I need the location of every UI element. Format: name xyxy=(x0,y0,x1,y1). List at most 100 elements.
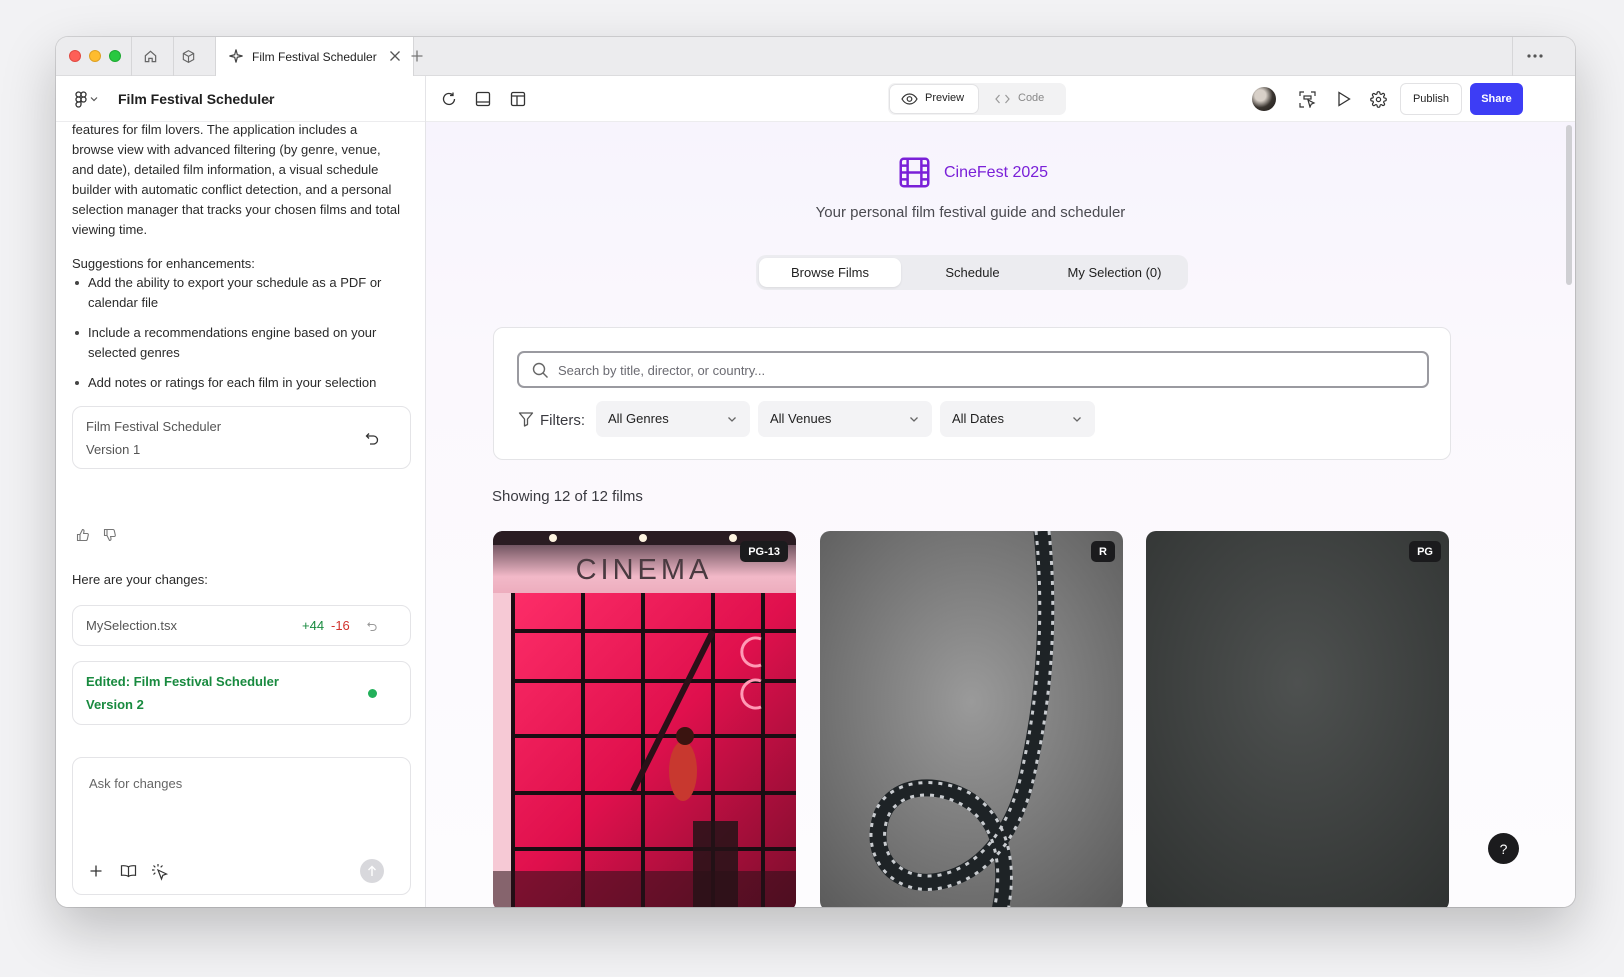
filter-panel: Search by title, director, or country...… xyxy=(493,327,1451,460)
app-subtitle: Your personal film festival guide and sc… xyxy=(815,204,1126,221)
venue-select[interactable]: All Venues xyxy=(758,401,932,437)
date-select[interactable]: All Dates xyxy=(940,401,1095,437)
divider xyxy=(1512,37,1513,76)
dark-texture-photo xyxy=(1146,531,1449,907)
user-avatar[interactable] xyxy=(1252,87,1276,111)
revert-icon[interactable] xyxy=(365,619,379,633)
version-card-title: Film Festival Scheduler xyxy=(86,419,222,434)
project-title[interactable]: Film Festival Scheduler xyxy=(118,91,274,107)
cursor-select-icon[interactable] xyxy=(150,862,170,882)
close-window-button[interactable] xyxy=(69,50,81,62)
film-card[interactable]: PG xyxy=(1146,531,1449,907)
code-icon xyxy=(994,92,1010,106)
genre-select[interactable]: All Genres xyxy=(596,401,750,437)
plus-icon[interactable] xyxy=(408,47,426,65)
chevron-down-icon xyxy=(726,412,738,430)
genre-select-value: All Genres xyxy=(608,411,669,426)
edited-card-version: Version 2 xyxy=(86,697,144,712)
filters-label: Filters: xyxy=(540,412,585,429)
code-label: Code xyxy=(1018,92,1045,104)
date-select-value: All Dates xyxy=(952,411,1005,426)
suggestion-item: Add the ability to export your schedule … xyxy=(72,273,402,313)
cinema-neon-photo: CINEMA xyxy=(493,531,796,907)
tab-browse-films[interactable]: Browse Films xyxy=(759,258,901,287)
eye-icon xyxy=(900,91,918,107)
share-button[interactable]: Share xyxy=(1470,83,1523,115)
browser-tab-bar: Film Festival Scheduler xyxy=(56,37,1575,77)
view-mode-toggle: Preview Code xyxy=(888,83,1066,115)
venue-select-value: All Venues xyxy=(770,411,832,426)
film-card[interactable]: R xyxy=(820,531,1123,907)
edited-version-card[interactable]: Edited: Film Festival Scheduler Version … xyxy=(72,661,411,725)
thumbs-up-icon[interactable] xyxy=(75,527,91,543)
help-button[interactable]: ? xyxy=(1488,833,1519,864)
cube-icon[interactable] xyxy=(179,47,197,65)
search-box[interactable]: Search by title, director, or country... xyxy=(517,351,1429,388)
film-card[interactable]: CINEMA PG-13 xyxy=(493,531,796,907)
film-strip-photo xyxy=(820,531,1123,907)
divider xyxy=(131,37,132,76)
divider xyxy=(173,37,174,76)
rating-badge: PG-13 xyxy=(740,541,788,562)
version-card-version: Version 1 xyxy=(86,442,141,457)
filter-icon xyxy=(517,410,535,428)
close-icon[interactable] xyxy=(387,48,403,69)
preview-label: Preview xyxy=(925,92,965,104)
chevron-down-icon[interactable] xyxy=(264,95,274,105)
rating-badge: R xyxy=(1091,541,1115,562)
tab-schedule[interactable]: Schedule xyxy=(902,258,1043,287)
suggestion-item: Add notes or ratings for each film in yo… xyxy=(72,373,402,393)
chevron-down-icon xyxy=(908,412,920,430)
tab-film-festival-scheduler[interactable]: Film Festival Scheduler xyxy=(215,37,414,77)
film-icon xyxy=(897,155,931,189)
chevron-down-icon[interactable] xyxy=(89,94,99,104)
layout-bottom-panel-icon[interactable] xyxy=(474,90,492,108)
search-input[interactable]: Search by title, director, or country... xyxy=(558,363,765,378)
file-change-card[interactable]: MySelection.tsx +44 -16 xyxy=(72,605,411,646)
version-card[interactable]: Film Festival Scheduler Version 1 xyxy=(72,406,411,469)
figma-logo-icon[interactable] xyxy=(72,90,90,108)
cinema-sign-text: CINEMA xyxy=(576,554,713,586)
play-icon[interactable] xyxy=(1335,90,1353,108)
refresh-icon[interactable] xyxy=(440,90,458,108)
thumbs-down-icon[interactable] xyxy=(102,527,118,543)
preview-toolbar: Preview Code Publish Share xyxy=(426,76,1575,122)
preview-mode-button[interactable]: Preview xyxy=(890,85,978,113)
settings-gear-icon[interactable] xyxy=(1369,90,1387,108)
tab-title: Film Festival Scheduler xyxy=(252,50,377,64)
changes-heading: Here are your changes: xyxy=(72,572,208,587)
preview-scrollbar[interactable] xyxy=(1566,125,1572,285)
results-count: Showing 12 of 12 films xyxy=(492,488,643,505)
app-preview: CineFest 2025 Your personal film festiva… xyxy=(426,122,1575,907)
sparkle-icon xyxy=(228,48,244,69)
active-status-dot xyxy=(368,689,377,698)
plus-icon[interactable] xyxy=(87,862,105,880)
publish-button[interactable]: Publish xyxy=(1400,83,1462,115)
send-button[interactable] xyxy=(360,859,384,883)
changed-file-name: MySelection.tsx xyxy=(86,618,178,633)
more-icon[interactable] xyxy=(1526,47,1544,65)
lines-added: +44 xyxy=(302,618,325,633)
rating-badge: PG xyxy=(1409,541,1441,562)
chevron-down-icon xyxy=(1071,412,1083,430)
book-icon[interactable] xyxy=(118,862,138,880)
brand-name: CineFest 2025 xyxy=(944,164,1049,181)
select-element-icon[interactable] xyxy=(1298,90,1316,108)
chat-panel: Film Festival Scheduler features for fil… xyxy=(56,76,426,907)
edited-card-title: Edited: Film Festival Scheduler xyxy=(86,674,279,689)
minimize-window-button[interactable] xyxy=(89,50,101,62)
chat-input-box[interactable]: Ask for changes xyxy=(72,757,411,895)
app-window: Film Festival Scheduler Film Festival Sc… xyxy=(56,37,1575,907)
lines-removed: -16 xyxy=(331,618,350,633)
tab-my-selection[interactable]: My Selection (0) xyxy=(1044,258,1185,287)
search-icon xyxy=(531,361,549,379)
restore-icon[interactable] xyxy=(363,429,381,447)
layout-split-icon[interactable] xyxy=(509,90,527,108)
chat-input[interactable]: Ask for changes xyxy=(89,776,182,791)
project-header: Film Festival Scheduler xyxy=(56,76,425,122)
assistant-message: features for film lovers. The applicatio… xyxy=(72,122,401,237)
maximize-window-button[interactable] xyxy=(109,50,121,62)
home-icon[interactable] xyxy=(141,47,159,65)
suggestion-item: Include a recommendations engine based o… xyxy=(72,323,402,363)
view-tabs: Browse Films Schedule My Selection (0) xyxy=(756,255,1188,290)
